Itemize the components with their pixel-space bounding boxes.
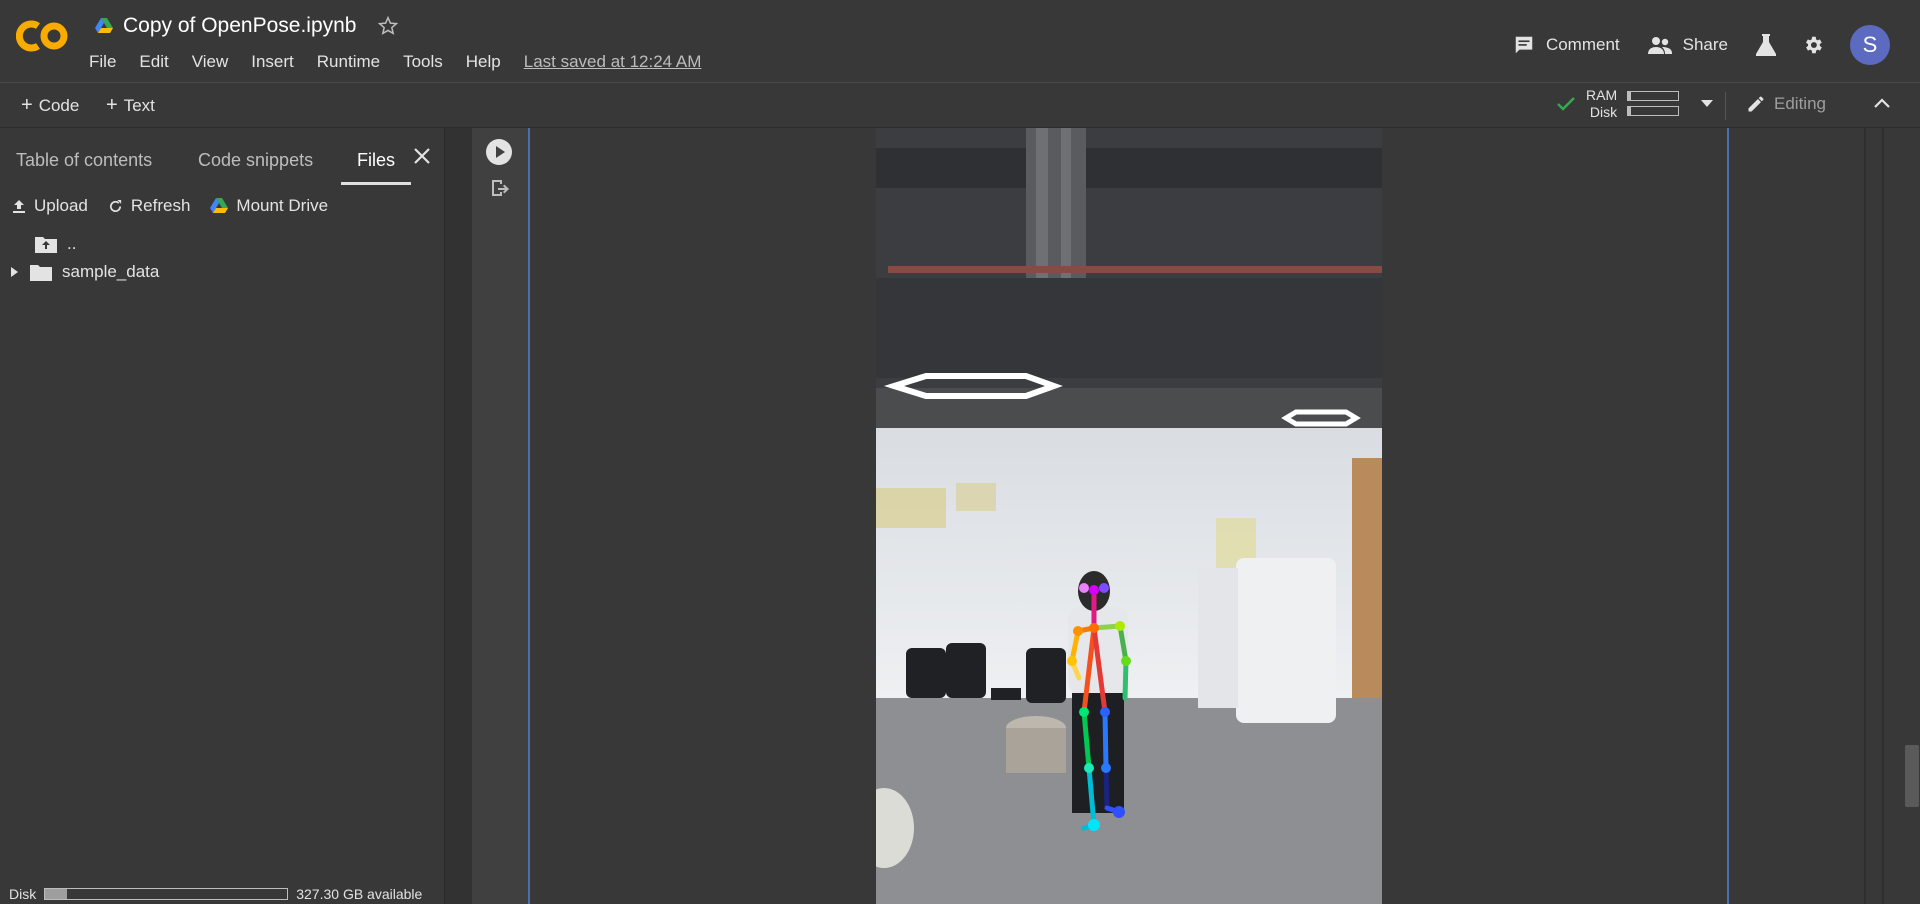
ram-bar xyxy=(1627,91,1680,101)
notebook-gutter xyxy=(445,128,472,904)
pencil-icon xyxy=(1746,94,1766,114)
comment-button[interactable]: Comment xyxy=(1513,34,1620,56)
refresh-icon xyxy=(108,199,123,214)
file-name: sample_data xyxy=(62,262,160,281)
play-icon[interactable] xyxy=(485,138,513,166)
ram-label: RAM xyxy=(1586,87,1618,103)
menu-edit[interactable]: Edit xyxy=(139,52,168,72)
disk-bar xyxy=(1627,106,1680,116)
folder-icon xyxy=(30,263,52,281)
tab-files[interactable]: Files xyxy=(357,150,395,171)
title-row: Copy of OpenPose.ipynb xyxy=(95,14,399,38)
output-icon[interactable] xyxy=(489,178,509,198)
share-button[interactable]: Share xyxy=(1647,35,1728,55)
last-saved-link[interactable]: Last saved at 12:24 AM xyxy=(524,52,702,72)
comment-label: Comment xyxy=(1545,35,1620,54)
disk-footer: Disk 327.30 GB available xyxy=(9,886,422,902)
files-actions: Upload Refresh Mount Drive xyxy=(12,196,348,216)
refresh-label: Refresh xyxy=(130,196,191,215)
add-code-label: Code xyxy=(38,95,80,115)
refresh-button[interactable]: Refresh xyxy=(108,196,191,216)
flask-icon[interactable] xyxy=(1756,34,1776,56)
plus-icon: + xyxy=(21,94,33,116)
checkmark-icon xyxy=(1556,96,1576,112)
disk-label: Disk xyxy=(1589,104,1618,120)
menu-view[interactable]: View xyxy=(192,52,229,72)
sidebar-tabs: Table of contents Code snippets Files xyxy=(0,128,444,185)
drive-icon xyxy=(95,18,113,34)
upload-icon xyxy=(12,199,26,213)
menu-insert[interactable]: Insert xyxy=(251,52,294,72)
ram-bar-fill xyxy=(1628,92,1632,100)
tab-code-snippets[interactable]: Code snippets xyxy=(198,150,313,171)
mount-drive-label: Mount Drive xyxy=(236,196,329,215)
colab-logo[interactable] xyxy=(16,20,70,52)
star-icon[interactable] xyxy=(378,16,399,36)
upload-label: Upload xyxy=(34,196,88,215)
menu-help[interactable]: Help xyxy=(466,52,501,72)
upload-button[interactable]: Upload xyxy=(12,196,88,216)
gear-icon[interactable] xyxy=(1802,34,1824,56)
menu-runtime[interactable]: Runtime xyxy=(317,52,380,72)
chevron-up-icon[interactable] xyxy=(1874,98,1890,108)
disk-footer-label: Disk xyxy=(9,886,37,902)
editing-mode-button[interactable]: Editing xyxy=(1746,94,1826,114)
tab-table-of-contents[interactable]: Table of contents xyxy=(16,150,152,171)
disk-usage-bar xyxy=(44,888,289,900)
add-text-button[interactable]: + Text xyxy=(106,94,155,117)
sidebar: Table of contents Code snippets Files Up… xyxy=(0,128,445,904)
file-row-sample-data[interactable]: sample_data xyxy=(11,262,159,282)
file-row-parent[interactable]: .. xyxy=(35,234,76,254)
active-tab-indicator xyxy=(341,182,411,185)
scrollbar-thumb[interactable] xyxy=(1905,745,1919,807)
pose-output-image xyxy=(876,128,1382,904)
notebook-title[interactable]: Copy of OpenPose.ipynb xyxy=(123,14,356,38)
menu-bar: File Edit View Insert Runtime Tools Help… xyxy=(89,52,701,72)
share-people-icon xyxy=(1647,35,1672,55)
disk-available: 327.30 GB available xyxy=(296,886,423,902)
add-code-button[interactable]: + Code xyxy=(21,94,79,117)
cell-right-border xyxy=(1864,128,1866,904)
cell-focus-line-left xyxy=(528,128,530,904)
share-label: Share xyxy=(1682,35,1728,54)
scrollbar-track xyxy=(1882,128,1884,904)
header-actions: Comment Share S xyxy=(1513,25,1890,65)
plus-icon: + xyxy=(106,94,118,116)
drive-icon xyxy=(210,198,229,214)
menu-file[interactable]: File xyxy=(89,52,116,72)
file-name: .. xyxy=(67,234,77,253)
editing-label: Editing xyxy=(1774,94,1826,113)
menu-tools[interactable]: Tools xyxy=(403,52,443,72)
toolbar-divider xyxy=(1725,92,1726,120)
comment-icon xyxy=(1513,34,1535,56)
cell-focus-line-right xyxy=(1727,128,1729,904)
add-text-label: Text xyxy=(123,95,155,115)
resources-dropdown-icon[interactable] xyxy=(1701,100,1714,108)
cell-gutter xyxy=(472,128,528,904)
avatar[interactable]: S xyxy=(1850,25,1890,65)
mount-drive-button[interactable]: Mount Drive xyxy=(210,196,328,216)
folder-up-icon xyxy=(35,235,57,253)
close-icon[interactable] xyxy=(413,147,431,165)
expand-arrow-icon[interactable] xyxy=(11,267,18,277)
disk-bar-fill xyxy=(1628,107,1632,115)
disk-usage-fill xyxy=(45,889,67,899)
resources-indicator[interactable]: RAM Disk xyxy=(1556,87,1714,121)
